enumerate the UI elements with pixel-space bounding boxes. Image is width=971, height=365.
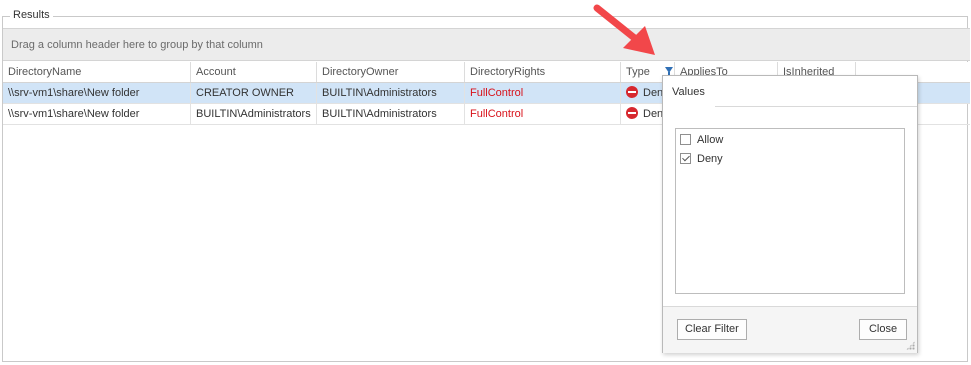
column-filter-popup: Values Allow Deny Clear Filter Close xyxy=(662,75,918,353)
results-groupbox-title: Results xyxy=(10,9,53,21)
group-by-panel[interactable]: Drag a column header here to group by th… xyxy=(3,28,970,61)
allow-checkbox[interactable] xyxy=(680,134,691,145)
cell-account: CREATOR OWNER xyxy=(191,83,317,103)
column-header-directoryname[interactable]: DirectoryName xyxy=(3,62,191,82)
column-header-directoryowner[interactable]: DirectoryOwner xyxy=(317,62,465,82)
cell-directory-name: \\srv-vm1\share\New folder xyxy=(3,83,191,103)
clear-filter-button[interactable]: Clear Filter xyxy=(677,319,747,340)
deny-icon xyxy=(626,107,638,119)
close-button[interactable]: Close xyxy=(859,319,907,340)
cell-directory-rights: FullControl xyxy=(465,83,621,103)
column-header-account[interactable]: Account xyxy=(191,62,317,82)
group-by-hint: Drag a column header here to group by th… xyxy=(11,39,263,51)
cell-directory-owner: BUILTIN\Administrators xyxy=(317,104,465,124)
filter-icon[interactable] xyxy=(665,67,673,75)
deny-checkbox[interactable] xyxy=(680,153,691,164)
red-arrow-icon xyxy=(593,4,655,55)
cell-directory-owner: BUILTIN\Administrators xyxy=(317,83,465,103)
filter-option-allow[interactable]: Allow xyxy=(680,132,723,148)
deny-icon xyxy=(626,86,638,98)
tab-values-label: Values xyxy=(672,86,705,98)
cell-directory-rights: FullControl xyxy=(465,104,621,124)
filter-values-list[interactable]: Allow Deny xyxy=(675,128,905,294)
filter-option-label: Deny xyxy=(697,153,723,165)
cell-directory-name: \\srv-vm1\share\New folder xyxy=(3,104,191,124)
popup-footer: Clear Filter Close xyxy=(663,306,917,353)
filter-option-deny[interactable]: Deny xyxy=(680,151,723,167)
filter-option-label: Allow xyxy=(697,134,724,146)
cell-account: BUILTIN\Administrators xyxy=(191,104,317,124)
column-header-directoryrights[interactable]: DirectoryRights xyxy=(465,62,621,82)
